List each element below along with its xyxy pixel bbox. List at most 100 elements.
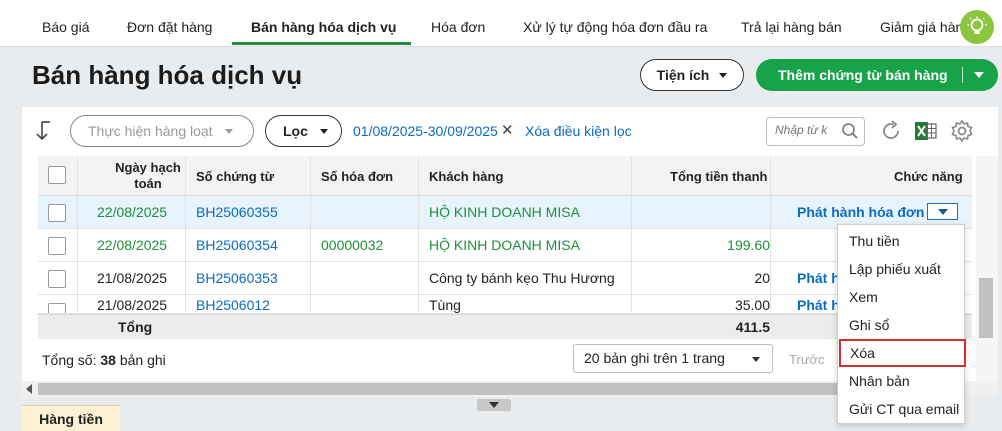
total-row: Tổng 411.5 [38, 314, 972, 339]
column-header-voucher-no[interactable]: Số chứng từ [196, 156, 274, 196]
column-divider [418, 156, 419, 314]
chevron-down-icon [224, 128, 233, 134]
column-header-customer[interactable]: Khách hàng [429, 156, 503, 196]
add-sales-voucher-label: Thêm chứng từ bán hàng [778, 67, 948, 83]
column-divider [770, 156, 771, 314]
cell-date: 22/08/2025 [97, 237, 168, 253]
cell-voucher-no[interactable]: BH25060353 [196, 262, 278, 295]
cell-date: 22/08/2025 [97, 204, 168, 220]
chevron-down-icon [719, 72, 728, 78]
cell-voucher-no[interactable]: BH25060355 [196, 196, 278, 229]
excel-export-icon[interactable] [914, 119, 938, 143]
menu-item-post[interactable]: Ghi sổ [838, 311, 964, 339]
row-actions-menu: Thu tiền Lập phiếu xuất Xem Ghi sổ Xóa N… [837, 224, 966, 424]
vertical-scrollbar[interactable] [976, 156, 998, 381]
column-header-date[interactable]: Ngày hạch toán [83, 156, 213, 196]
table-row[interactable]: 22/08/2025 BH25060355 HỘ KINH DOANH MISA… [38, 196, 972, 229]
column-header-actions: Chức năng [894, 168, 963, 184]
cell-customer: Tùng [429, 297, 461, 313]
cell-total: 199.60 [727, 237, 770, 253]
cell-invoice-no: 00000032 [321, 237, 384, 253]
select-all-checkbox[interactable] [48, 166, 66, 184]
cell-total: 20 [754, 270, 770, 286]
active-tab-indicator [232, 42, 411, 45]
cell-customer: Công ty bánh kẹo Thu Hương [429, 270, 615, 286]
table-row[interactable]: 21/08/2025 BH2506012 Tùng 35.00 Phát h [38, 295, 972, 314]
table-row[interactable]: 21/08/2025 BH25060353 Công ty bánh kẹo T… [38, 262, 972, 295]
scrollbar-thumb[interactable] [38, 383, 853, 395]
menu-item-receive-payment[interactable]: Thu tiền [838, 227, 964, 255]
chevron-down-icon [752, 357, 760, 362]
tab-quotation[interactable]: Báo giá [42, 0, 89, 47]
menu-item-create-delivery-note[interactable]: Lập phiếu xuất [838, 255, 964, 283]
issue-invoice-link[interactable]: Phát h [797, 295, 840, 313]
top-tab-bar: Báo giá Đơn đặt hàng Bán hàng hóa dịch v… [0, 0, 1002, 47]
refresh-icon[interactable] [879, 119, 903, 143]
batch-action-placeholder: Thực hiện hàng loạt [88, 123, 213, 139]
page-title: Bán hàng hóa dịch vụ [32, 60, 303, 90]
button-divider [962, 67, 963, 83]
column-divider [77, 156, 78, 314]
chevron-down-icon [938, 209, 948, 215]
search-input[interactable] [775, 123, 841, 137]
scroll-left-icon[interactable] [26, 384, 32, 394]
tab-invoice[interactable]: Hóa đơn [431, 0, 485, 47]
menu-item-send-email[interactable]: Gửi CT qua email [838, 395, 964, 423]
tab-goods-amount[interactable]: Hàng tiền [22, 405, 120, 431]
table-header: Ngày hạch toán Số chứng từ Số hóa đơn Kh… [38, 156, 972, 196]
add-sales-voucher-button[interactable]: Thêm chứng từ bán hàng [756, 59, 998, 91]
cell-total [670, 196, 770, 229]
search-icon[interactable] [841, 122, 859, 140]
chevron-down-icon [489, 402, 499, 408]
tab-auto-invoice-processing[interactable]: Xử lý tự động hóa đơn đầu ra [523, 0, 707, 47]
collapse-panel-handle[interactable] [477, 399, 511, 411]
row-checkbox[interactable] [48, 237, 66, 255]
chevron-down-icon [319, 128, 328, 134]
gear-icon[interactable] [950, 119, 974, 143]
column-divider [631, 156, 632, 314]
filter-button[interactable]: Lọc [265, 115, 342, 147]
cell-customer: HỘ KINH DOANH MISA [429, 204, 580, 220]
utilities-label: Tiện ích [656, 67, 710, 83]
sort-arrow-icon[interactable] [36, 121, 54, 141]
menu-item-duplicate[interactable]: Nhân bản [838, 367, 964, 395]
row-checkbox[interactable] [48, 303, 66, 313]
batch-action-select[interactable]: Thực hiện hàng loạt [70, 115, 254, 147]
chevron-down-icon[interactable] [974, 72, 984, 78]
cell-date: 21/08/2025 [97, 297, 168, 313]
cell-voucher-no[interactable]: BH2506012 [196, 295, 270, 313]
lightbulb-icon[interactable] [960, 10, 994, 44]
tab-sales-return[interactable]: Trả lại hàng bán [741, 0, 842, 47]
record-count: Tổng số: 38 bản ghi [42, 352, 166, 368]
tab-sales-order[interactable]: Đơn đặt hàng [127, 0, 212, 47]
search-box [766, 117, 865, 146]
scrollbar-thumb[interactable] [979, 278, 993, 338]
cell-voucher-no[interactable]: BH25060354 [196, 229, 278, 262]
total-label: Tổng [118, 319, 153, 335]
cell-date: 21/08/2025 [97, 270, 168, 286]
tab-sales-goods-services[interactable]: Bán hàng hóa dịch vụ [251, 0, 396, 47]
row-actions-dropdown[interactable] [927, 203, 958, 220]
cell-customer: HỘ KINH DOANH MISA [429, 237, 580, 253]
filter-label: Lọc [283, 123, 308, 139]
menu-item-view[interactable]: Xem [838, 283, 964, 311]
column-divider [185, 156, 186, 314]
menu-item-delete[interactable]: Xóa [839, 339, 966, 367]
table-row[interactable]: 22/08/2025 BH25060354 00000032 HỘ KINH D… [38, 229, 972, 262]
close-icon[interactable]: ✕ [501, 121, 514, 139]
page-size-select[interactable]: 20 bản ghi trên 1 trang [573, 344, 773, 373]
utilities-button[interactable]: Tiện ích [640, 59, 744, 91]
previous-page-button[interactable]: Trước [789, 352, 825, 367]
issue-invoice-link[interactable]: Phát h [797, 262, 840, 295]
row-checkbox[interactable] [48, 204, 66, 222]
cell-total: 35.00 [734, 297, 770, 313]
date-range-filter[interactable]: 01/08/2025-30/09/2025 [353, 123, 498, 139]
tab-sales-discount[interactable]: Giảm giá hàn [880, 0, 963, 47]
row-checkbox[interactable] [48, 270, 66, 288]
column-header-total[interactable]: Tổng tiền thanh [670, 156, 767, 196]
page-size-value: 20 bản ghi trên 1 trang [584, 350, 725, 366]
total-value: 411.5 [735, 319, 770, 335]
column-header-invoice-no[interactable]: Số hóa đơn [321, 156, 393, 196]
clear-filter-link[interactable]: Xóa điều kiện lọc [525, 123, 632, 139]
column-divider [310, 156, 311, 314]
